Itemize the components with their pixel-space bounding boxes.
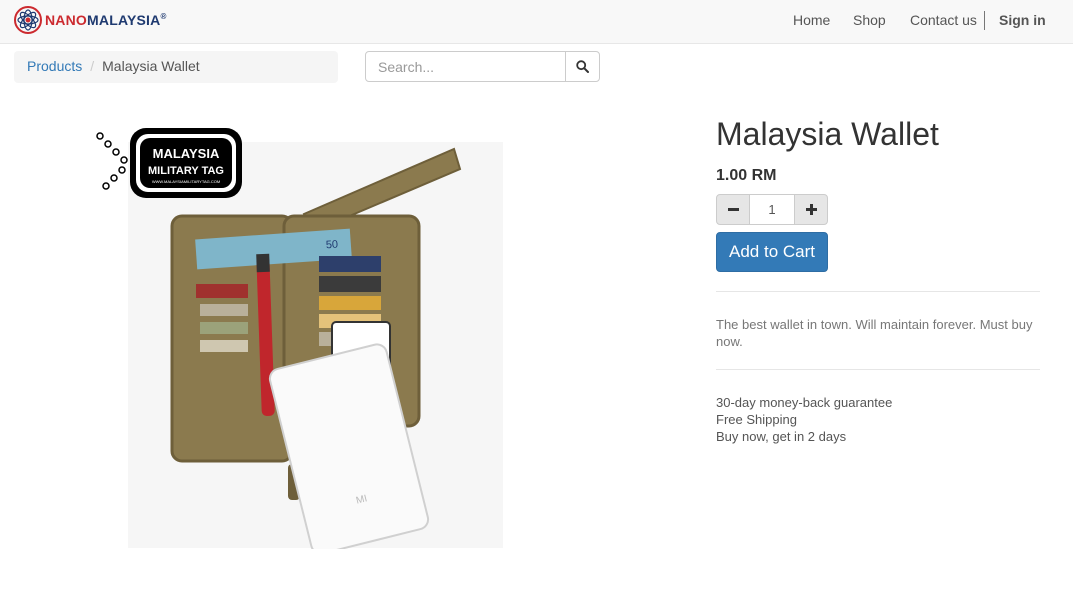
breadcrumb-products-link[interactable]: Products [27, 58, 82, 74]
sign-in-link[interactable]: Sign in [999, 12, 1046, 28]
product-image: 50 MI MALAYSIA MILITARY TAG WWW.MALAYSIA… [96, 128, 503, 549]
svg-text:WWW.MALAYSIAMILITARYTAG.COM: WWW.MALAYSIAMILITARYTAG.COM [152, 179, 220, 184]
military-tag-watermark: MALAYSIA MILITARY TAG WWW.MALAYSIAMILITA… [96, 128, 242, 198]
search-icon [576, 60, 589, 73]
terms-shipping: Free Shipping [716, 412, 797, 427]
product-title: Malaysia Wallet [716, 116, 939, 152]
divider [716, 369, 1040, 370]
quantity-increase-button[interactable] [794, 194, 828, 225]
quantity-input[interactable] [750, 194, 794, 225]
nav-divider [984, 11, 985, 30]
terms-guarantee: 30-day money-back guarantee [716, 395, 893, 410]
brand-logo[interactable]: NANOMALAYSIA® [13, 5, 167, 35]
svg-text:MILITARY TAG: MILITARY TAG [148, 165, 224, 177]
terms-delivery: Buy now, get in 2 days [716, 429, 847, 444]
add-to-cart-button[interactable]: Add to Cart [716, 232, 828, 272]
breadcrumb: Products / Malaysia Wallet [14, 51, 338, 83]
nav-home-link[interactable]: Home [793, 12, 830, 28]
divider [716, 291, 1040, 292]
nav-contact-link[interactable]: Contact us [910, 12, 977, 28]
quantity-stepper [716, 194, 828, 225]
brand-name: NANOMALAYSIA® [45, 12, 167, 28]
search-button[interactable] [565, 51, 600, 82]
banknote-value: 50 [325, 239, 338, 252]
product-description: The best wallet in town. Will maintain f… [716, 317, 1033, 349]
breadcrumb-separator: / [90, 58, 95, 74]
navbar: NANOMALAYSIA® Home Shop Contact us Sign … [0, 0, 1073, 44]
search-input[interactable] [365, 51, 566, 82]
svg-text:MALAYSIA: MALAYSIA [153, 146, 220, 161]
plus-icon [805, 204, 817, 215]
breadcrumb-current: Malaysia Wallet [102, 58, 200, 74]
product-terms: 30-day money-back guarantee Free Shippin… [716, 394, 892, 445]
quantity-decrease-button[interactable] [716, 194, 750, 225]
product-price: 1.00 RM [716, 167, 777, 184]
nav-shop-link[interactable]: Shop [853, 12, 886, 28]
nanomalaysia-logo-icon [14, 6, 42, 34]
minus-icon [727, 208, 739, 211]
